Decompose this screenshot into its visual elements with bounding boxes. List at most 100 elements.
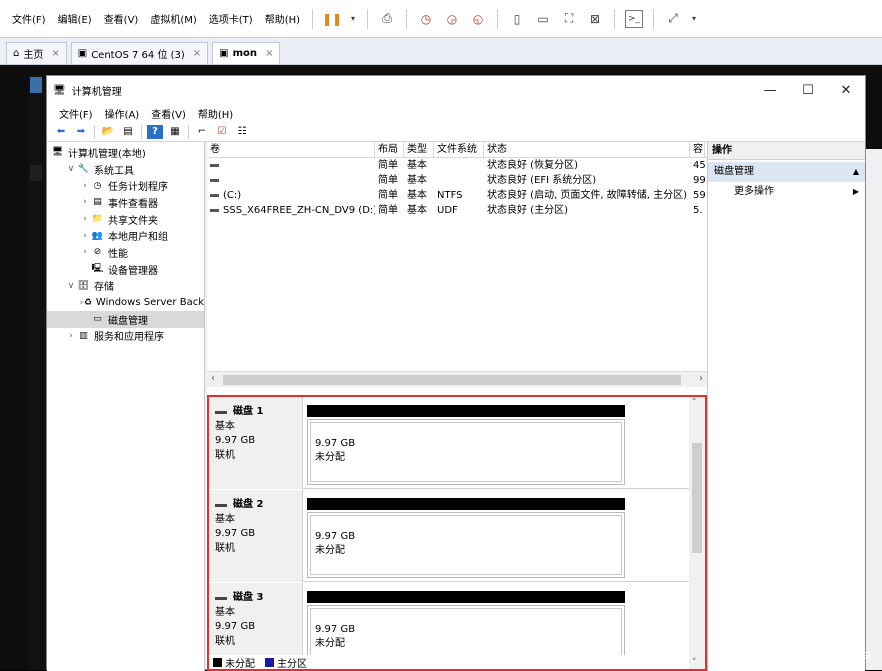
vm-menu-edit[interactable]: 编辑(E) [52, 11, 98, 26]
tree-node[interactable]: › 📁 共享文件夹 [47, 211, 204, 228]
pause-icon[interactable]: ❚❚ [322, 10, 342, 28]
back-arrow-icon[interactable]: ⬅ [53, 125, 69, 139]
shared-folders-icon: 📁 [91, 214, 104, 225]
column-header-type[interactable]: 类型 [404, 142, 434, 157]
chevron-right-icon[interactable]: › [79, 247, 91, 257]
chevron-down-icon[interactable]: ▾ [349, 10, 357, 28]
revert-snapshot-icon[interactable]: ◶ [443, 10, 461, 28]
close-icon[interactable]: × [51, 48, 59, 59]
unity-icon[interactable]: ⊠ [586, 10, 604, 28]
tree-node[interactable]: › ◷ 任务计划程序 [47, 177, 204, 194]
actions-section-disk-management[interactable]: 磁盘管理 ▲ [708, 162, 865, 182]
chevron-down-icon[interactable]: ∨ [65, 281, 77, 291]
more-actions-item[interactable]: 更多操作 ▶ [708, 182, 865, 202]
menu-action[interactable]: 操作(A) [99, 106, 146, 121]
column-header-filesystem[interactable]: 文件系统 [434, 142, 484, 157]
tree-node[interactable]: › ⊘ 性能 [47, 244, 204, 261]
disk-entry[interactable]: 磁盘 2 基本 9.97 GB 联机 9.97 GB 未分配 [209, 490, 689, 582]
scroll-left-icon[interactable]: ‹ [211, 373, 215, 384]
vm-menu-help[interactable]: 帮助(H) [259, 11, 306, 26]
collapse-up-icon[interactable]: ▲ [853, 162, 859, 182]
column-header-volume[interactable]: 卷 [207, 142, 375, 157]
vm-tab-strip: ⌂ 主页 × ▣ CentOS 7 64 位 (3) × ▣ mon × [0, 38, 882, 65]
connect-icon[interactable]: ⌐ [194, 125, 210, 139]
chevron-right-icon[interactable]: › [79, 197, 91, 207]
disk-info[interactable]: 磁盘 1 基本 9.97 GB 联机 [209, 397, 303, 489]
table-row[interactable]: 简单 基本 状态良好 (EFI 系统分区) 99 [207, 173, 707, 188]
tree-node[interactable]: ▭ 磁盘管理 [47, 310, 204, 328]
window-titlebar[interactable]: 🖥 计算机管理 — ☐ ✕ [47, 76, 865, 104]
tree-node[interactable]: ∨ 🔧 系统工具 [47, 161, 204, 178]
column-header-layout[interactable]: 布局 [375, 142, 404, 157]
vm-menu-view[interactable]: 查看(V) [98, 11, 145, 26]
chevron-right-icon[interactable]: › [65, 331, 77, 341]
tree-node[interactable]: › 👥 本地用户和组 [47, 227, 204, 244]
check-icon[interactable]: ☑ [214, 125, 230, 139]
menu-view[interactable]: 查看(V) [145, 106, 192, 121]
scroll-down-icon[interactable]: ˅ [692, 658, 697, 668]
snapshot-manager-icon[interactable]: ◵ [469, 10, 487, 28]
partition-body[interactable]: 9.97 GB 未分配 [307, 512, 625, 578]
show-hide-tree-icon[interactable]: ▤ [120, 125, 136, 139]
chevron-right-icon[interactable]: › [79, 181, 91, 191]
up-folder-icon[interactable]: 📂 [100, 125, 116, 139]
column-header-status[interactable]: 状态 [484, 142, 690, 157]
disk-entry[interactable]: 磁盘 1 基本 9.97 GB 联机 9.97 GB 未分配 [209, 397, 689, 489]
column-header-capacity[interactable]: 容 [690, 142, 705, 157]
thumbnail-bar-icon[interactable]: ▭ [534, 10, 552, 28]
scrollbar-thumb[interactable] [223, 375, 681, 385]
partition-body[interactable]: 9.97 GB 未分配 [307, 419, 625, 485]
vm-menu-tabs[interactable]: 选项卡(T) [203, 11, 259, 26]
tab-label: mon [232, 48, 258, 59]
tree-node[interactable]: 🖳 设备管理器 [47, 261, 204, 278]
forward-arrow-icon[interactable]: ➡ [73, 125, 89, 139]
send-ctrl-alt-del-icon[interactable]: ⎙ [378, 10, 396, 28]
chevron-down-icon[interactable]: ▾ [690, 10, 698, 28]
vertical-scrollbar[interactable]: ˄ ˅ [689, 397, 705, 669]
menu-help[interactable]: 帮助(H) [192, 106, 239, 121]
scroll-up-icon[interactable]: ˄ [692, 398, 697, 408]
tab-mon[interactable]: ▣ mon × [212, 42, 281, 64]
desktop-icon[interactable] [30, 165, 42, 181]
snapshot-icon[interactable]: ◷ [417, 10, 435, 28]
tree-node[interactable]: 🖥 计算机管理(本地) [47, 144, 204, 161]
tab-home[interactable]: ⌂ 主页 × [6, 42, 67, 64]
tree-node[interactable]: › ▤ 事件查看器 [47, 194, 204, 211]
tree-node[interactable]: › ♻ Windows Server Back [47, 294, 204, 311]
desktop-icon[interactable] [30, 77, 42, 93]
close-icon[interactable]: × [193, 48, 201, 59]
tree-node-label: Windows Server Back [95, 297, 204, 309]
scroll-right-icon[interactable]: › [699, 373, 703, 384]
tree-node[interactable]: ∨ 🗄 存储 [47, 278, 204, 295]
partition-block[interactable]: 9.97 GB 未分配 [307, 498, 625, 580]
close-icon[interactable]: × [265, 48, 273, 59]
horizontal-scrollbar[interactable]: ‹ › [207, 371, 707, 387]
chevron-right-icon[interactable]: › [79, 231, 91, 241]
minimize-icon[interactable]: — [751, 83, 789, 98]
tab-centos[interactable]: ▣ CentOS 7 64 位 (3) × [70, 42, 209, 64]
chevron-down-icon[interactable]: ∨ [65, 164, 77, 174]
vm-menu-vm[interactable]: 虚拟机(M) [144, 11, 202, 26]
vm-menu-file[interactable]: 文件(F) [6, 11, 52, 26]
toolbar-divider [497, 8, 499, 29]
scrollbar-thumb[interactable] [692, 443, 702, 553]
guest-vertical-scrollbar[interactable] [866, 149, 882, 670]
fullscreen-icon[interactable]: ⛶ [560, 10, 578, 28]
tree-node[interactable]: › ▥ 服务和应用程序 [47, 328, 204, 345]
table-row[interactable]: 简单 基本 状态良好 (恢复分区) 45 [207, 158, 707, 173]
maximize-icon[interactable]: ☐ [789, 83, 827, 98]
table-row[interactable]: SSS_X64FREE_ZH-CN_DV9 (D:) 简单 基本 UDF 状态良好 (主… [207, 203, 707, 218]
stretch-icon[interactable]: ⤢ [664, 10, 682, 28]
list-icon[interactable]: ☷ [234, 125, 250, 139]
menu-file[interactable]: 文件(F) [53, 106, 99, 121]
sidebar-toggle-icon[interactable]: ▯ [508, 10, 526, 28]
chevron-right-icon[interactable]: › [79, 214, 91, 224]
properties-icon[interactable]: ▦ [167, 125, 183, 139]
help-icon[interactable]: ? [147, 124, 163, 139]
partition-block[interactable]: 9.97 GB 未分配 [307, 405, 625, 487]
table-row[interactable]: (C:) 简单 基本 NTFS 状态良好 (启动, 页面文件, 故障转储, 主分区) 59 [207, 188, 707, 203]
close-icon[interactable]: ✕ [827, 83, 865, 98]
unallocated-bar [307, 498, 625, 510]
console-icon[interactable]: >_ [625, 9, 644, 28]
disk-info[interactable]: 磁盘 2 基本 9.97 GB 联机 [209, 490, 303, 582]
